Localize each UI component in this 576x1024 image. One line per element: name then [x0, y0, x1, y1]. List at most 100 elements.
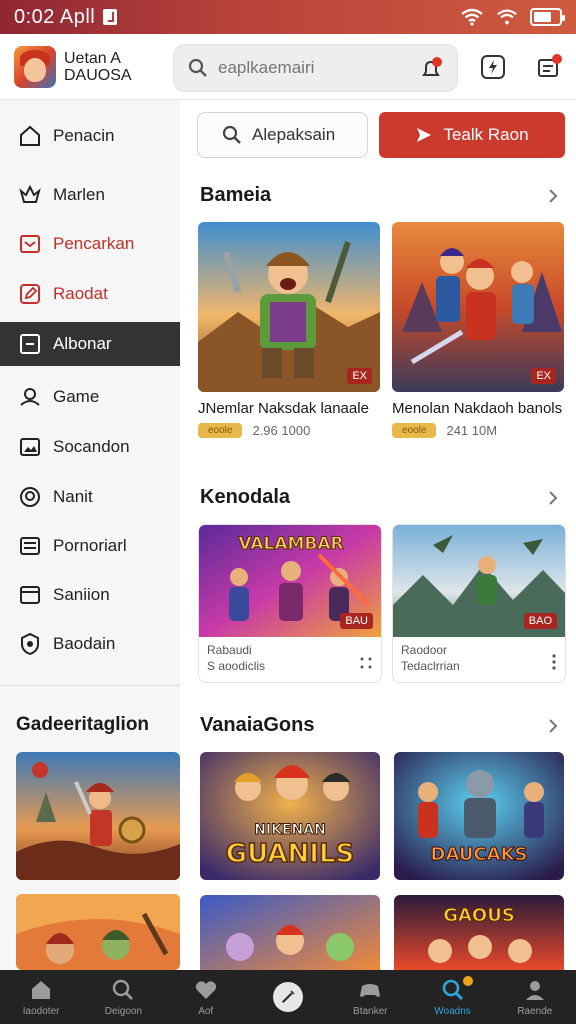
sidebar-item-socandon[interactable]: Socandon [0, 425, 180, 469]
sidebar-divider [0, 685, 180, 686]
game-card-title: JNemlar Naksdak lanaale [198, 400, 369, 417]
app-header: Uetan A DAUOSA [0, 34, 576, 100]
game-card-image: NIKENAN GUANILS [200, 752, 380, 880]
section-title-3: VanaiaGons [200, 714, 315, 736]
sidebar-item-nanit[interactable]: Nanit [0, 475, 180, 519]
sidebar-game-thumbnail-2[interactable] [16, 894, 180, 970]
wifi-icon [461, 8, 483, 26]
nav-item-discover[interactable]: Woadns [411, 970, 493, 1024]
game-card[interactable]: EX Menolan Nakdaoh banols eoole 241 10M [392, 222, 564, 438]
nav-label: Iaodoter [22, 1005, 60, 1017]
game-card-image: EX [392, 222, 564, 392]
nav-item-games[interactable]: Btanker [329, 970, 411, 1024]
nav-item-search[interactable]: Deigoon [82, 970, 164, 1024]
sidebar-item-marlen[interactable]: Marlen [0, 173, 180, 217]
sidebar-item-label: Nanit [53, 487, 93, 506]
more-options-icon[interactable] [359, 656, 373, 670]
app-name-line2: DAUOSA [64, 67, 132, 84]
nav-label: Raende [517, 1005, 553, 1017]
card-tag: BAU [340, 613, 373, 629]
sidebar-item-label: Pornoriarl [53, 536, 127, 555]
game-card-image: GAOUS [394, 895, 564, 970]
shield-icon [21, 632, 39, 656]
wand-icon [272, 982, 303, 1012]
game-card-meta: eoole 241 10M [392, 423, 564, 438]
sidebar-item-label: Saniion [53, 585, 110, 604]
game-card[interactable]: EX JNemlar Naksdak lanaale eoole 2.96 10… [198, 222, 380, 438]
sidebar-item-game[interactable]: Game [0, 375, 180, 419]
nav-label: Woadns [434, 1005, 471, 1017]
game-card-meta: eoole 2.96 1000 [198, 423, 380, 438]
rating-pill: eoole [198, 423, 243, 438]
people-icon [20, 388, 40, 406]
cta-button[interactable]: Tealk Raon [379, 112, 565, 158]
battery-icon [530, 8, 565, 26]
sidebar-item-baodain[interactable]: Baodain [0, 622, 180, 666]
game-card[interactable]: GAOUS [394, 895, 564, 970]
card-tag: EX [531, 368, 556, 384]
sidebar-item-label: Socandon [53, 437, 130, 456]
nav-label: Btanker [353, 1005, 388, 1017]
secondary-search-label: Alepaksain [252, 125, 336, 144]
game-card-image [200, 895, 380, 970]
sidebar-item-label: Pencarkan [53, 234, 135, 253]
sidebar-item-label: Marlen [53, 185, 105, 204]
edit-icon [20, 284, 40, 304]
card-art-text: GUANILS [226, 839, 355, 869]
sidebar-item-albonar[interactable]: Albonar [0, 322, 180, 366]
game-card-image: DAUCAKS [394, 752, 564, 880]
sidebar-item-pornoriarl[interactable]: Pornoriarl [0, 524, 180, 568]
sidebar-game-thumbnail[interactable] [16, 752, 180, 880]
nav-item-favorites[interactable]: Aof [165, 970, 247, 1024]
bell-icon[interactable] [419, 57, 443, 81]
sidebar-item-label: Baodain [53, 634, 116, 653]
search-input[interactable] [218, 58, 408, 78]
card-art-text: GAOUS [443, 905, 515, 926]
chevron-right-icon[interactable] [546, 491, 560, 505]
square-icon [20, 334, 40, 354]
game-card[interactable]: DAUCAKS [394, 752, 564, 880]
chevron-right-icon[interactable] [546, 189, 560, 203]
game-card-title: Tedaclrrian [401, 659, 460, 673]
game-card[interactable]: NIKENAN GUANILS [200, 752, 380, 880]
game-card[interactable]: VALAMBAR BAU Rabaudi S aoodiclis [198, 524, 382, 683]
sidebar-item-pencarkan[interactable]: Pencarkan [0, 222, 180, 266]
main-content: Alepaksain Tealk Raon Bameia EX JNemlar … [180, 100, 576, 970]
game-card[interactable] [200, 895, 380, 970]
list-icon [20, 537, 40, 555]
nav-item-center[interactable] [247, 970, 329, 1024]
status-time: 0:02 Apll [14, 5, 96, 28]
chevron-right-icon[interactable] [546, 719, 560, 733]
sidebar-item-saniion[interactable]: Saniion [0, 573, 180, 617]
search-icon [113, 979, 134, 1000]
gamepad-icon [360, 983, 381, 997]
more-vert-icon[interactable] [551, 654, 557, 670]
sidebar-item-raodat[interactable]: Raodat [0, 272, 180, 316]
inbox-icon [20, 235, 40, 253]
image-icon [20, 438, 40, 456]
search-icon [188, 58, 207, 77]
app-logo[interactable] [14, 46, 56, 88]
person-icon [525, 980, 544, 1000]
send-icon [417, 128, 432, 142]
cta-label: Tealk Raon [443, 125, 529, 144]
search-bar[interactable] [173, 44, 458, 92]
app-name: Uetan A DAUOSA [64, 50, 132, 84]
inbox-icon[interactable] [536, 54, 562, 80]
search-active-icon [442, 979, 463, 1000]
game-card-stats: 241 10M [446, 423, 498, 438]
status-bar: 0:02 Apll [0, 0, 576, 34]
nav-item-home[interactable]: Iaodoter [0, 970, 82, 1024]
nav-item-profile[interactable]: Raende [494, 970, 576, 1024]
game-card-subtitle: Rabaudi [207, 643, 252, 657]
game-card[interactable]: BAO Raodoor Tedaclrrian [392, 524, 566, 683]
game-card-image: VALAMBAR BAU [199, 525, 381, 637]
sidebar-item-label: Albonar [53, 334, 112, 353]
card-art-text: VALAMBAR [238, 534, 343, 554]
sidebar-item-home[interactable]: Penacin [0, 114, 180, 158]
secondary-search-button[interactable]: Alepaksain [197, 112, 368, 158]
flash-icon[interactable] [480, 54, 506, 80]
nav-label: Deigoon [104, 1005, 143, 1017]
sidebar-item-label: Game [53, 387, 100, 406]
card-tag: BAO [523, 613, 557, 629]
